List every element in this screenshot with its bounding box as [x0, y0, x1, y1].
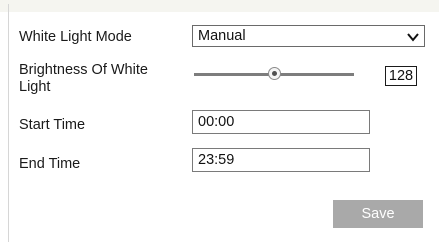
start-time-label: Start Time [19, 117, 86, 133]
start-time-input[interactable]: 00:00 [192, 110, 370, 134]
brightness-label: Brightness Of White Light [19, 62, 148, 96]
end-time-input[interactable]: 23:59 [192, 148, 370, 172]
white-light-mode-value: Manual [198, 28, 246, 44]
slider-thumb-dot [272, 71, 277, 76]
brightness-slider-thumb[interactable] [268, 67, 281, 80]
top-strip [0, 0, 439, 12]
chevron-down-icon [407, 33, 419, 42]
brightness-label-line1: Brightness Of White [19, 62, 148, 78]
end-time-label: End Time [19, 156, 81, 172]
brightness-label-line2: Light [19, 79, 51, 95]
brightness-value: 128 [385, 66, 417, 86]
white-light-mode-select[interactable]: Manual [192, 25, 425, 47]
save-button[interactable]: Save [333, 200, 423, 228]
left-divider [8, 4, 9, 242]
white-light-mode-label: White Light Mode [19, 29, 132, 45]
